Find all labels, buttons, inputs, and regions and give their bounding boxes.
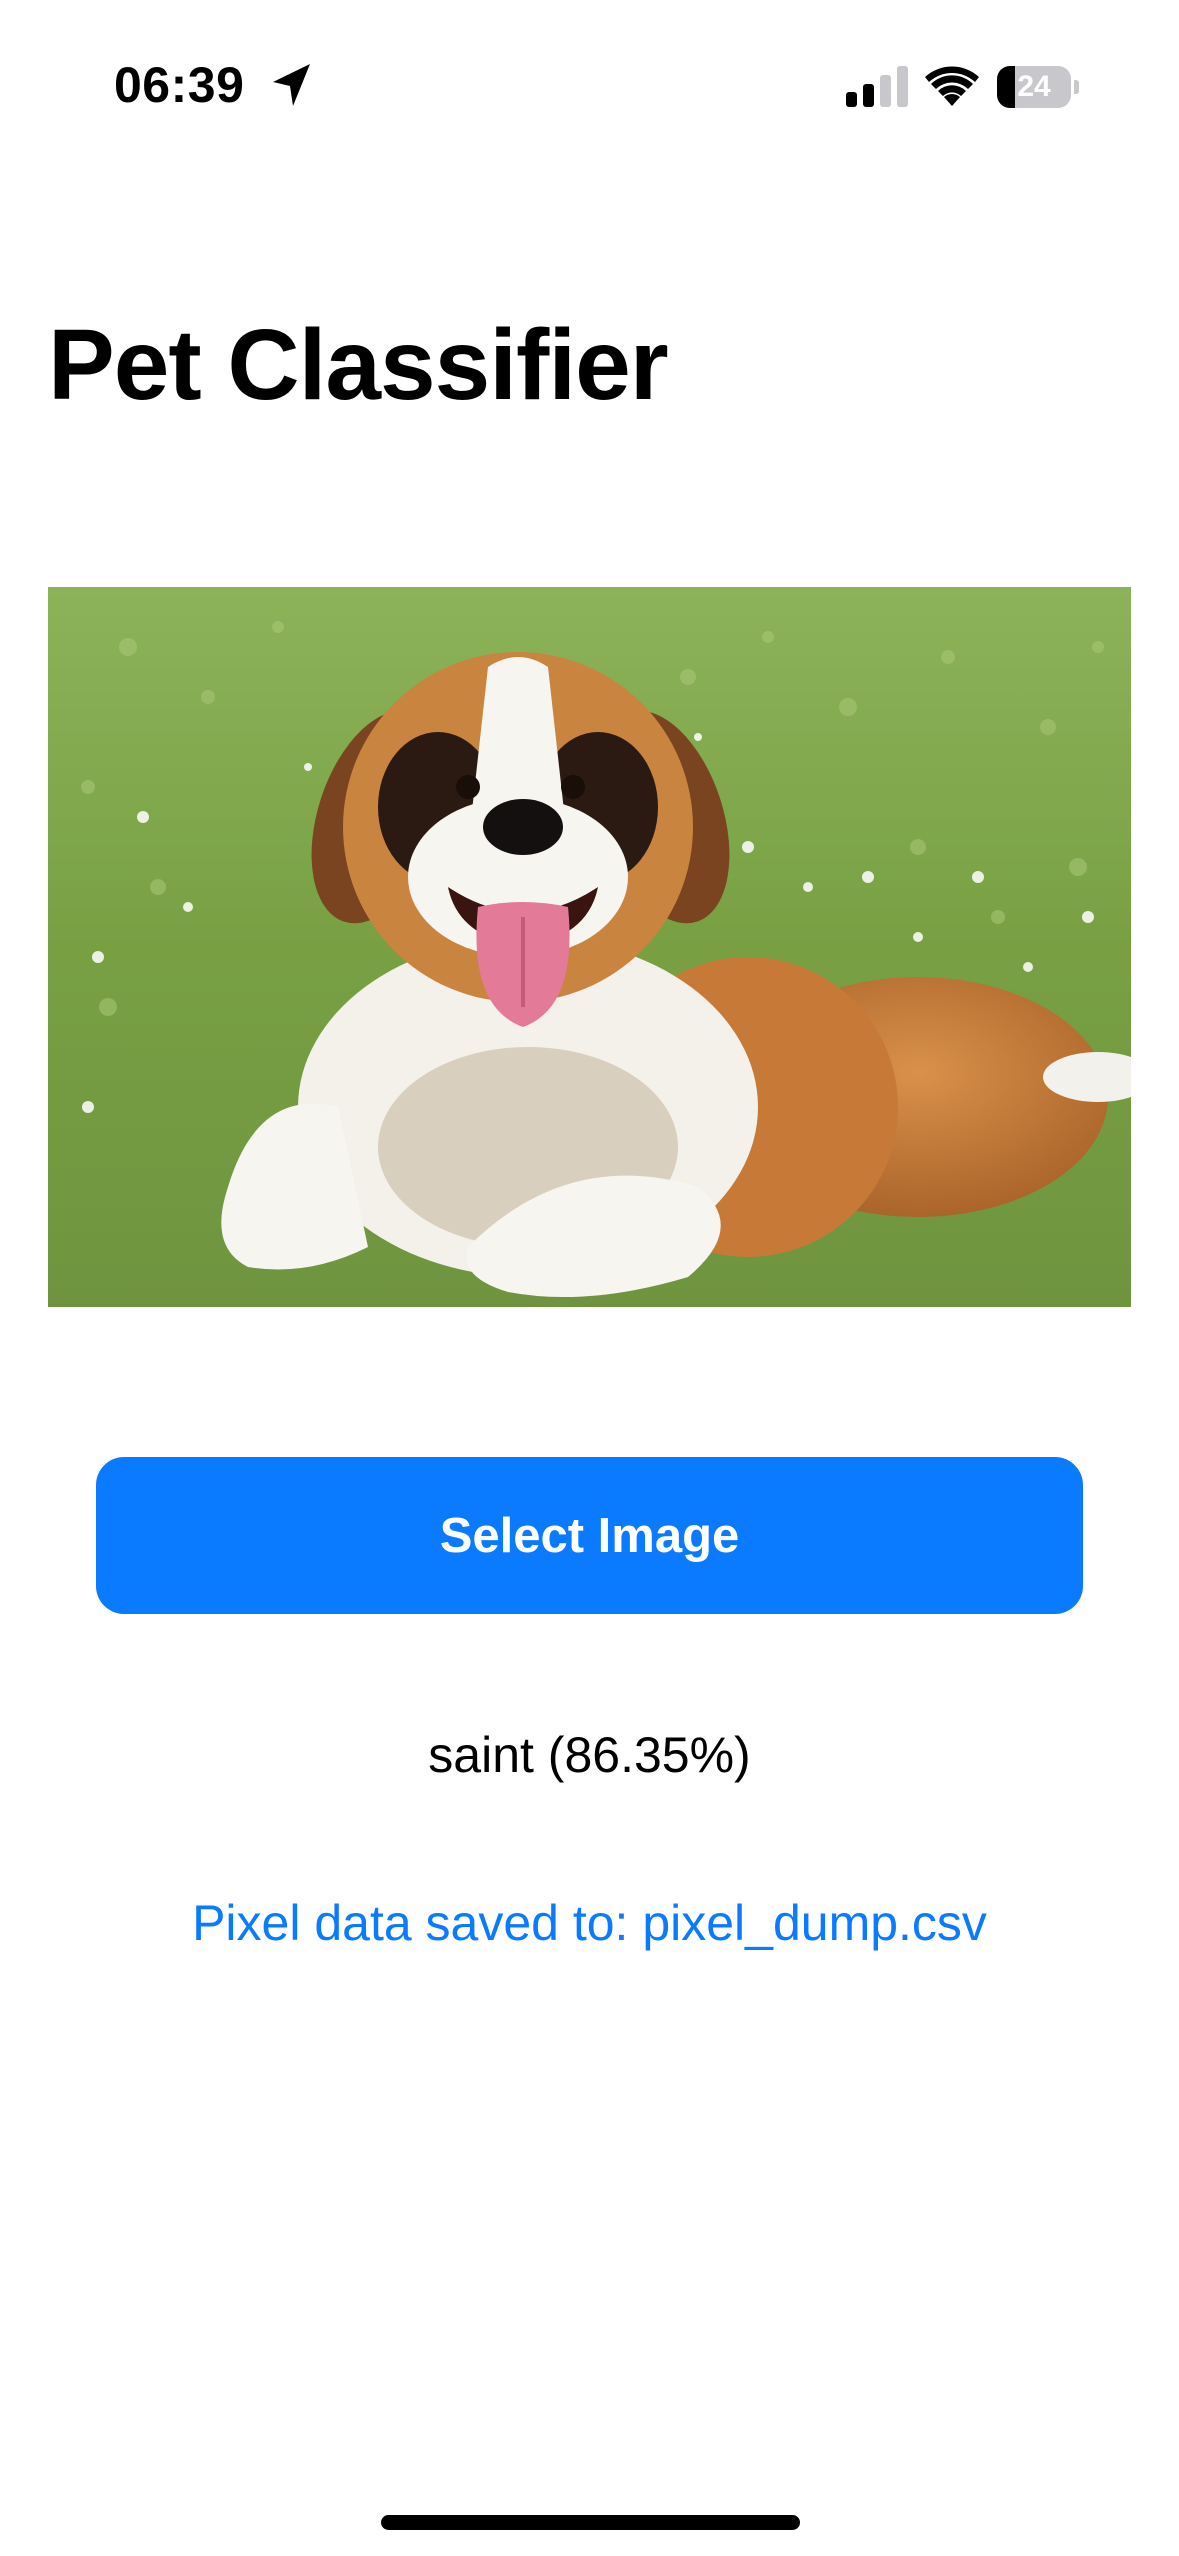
home-indicator[interactable] — [381, 2515, 800, 2530]
prediction-result: saint (86.35%) — [428, 1727, 751, 1783]
battery-body: 24 — [997, 66, 1071, 108]
battery-cap — [1074, 80, 1079, 94]
cellular-signal-icon — [846, 66, 908, 107]
battery-icon: 24 — [997, 66, 1079, 108]
dog-photo-illustration — [48, 587, 1131, 1307]
location-arrow-icon — [273, 64, 310, 106]
status-time: 06:39 — [114, 57, 245, 113]
status-bar: 06:39 24 — [0, 0, 1179, 150]
select-image-button[interactable]: Select Image — [96, 1457, 1083, 1614]
wifi-icon — [925, 66, 979, 106]
pixel-data-saved-message[interactable]: Pixel data saved to: pixel_dump.csv — [0, 1888, 1179, 1958]
page-title: Pet Classifier — [48, 309, 669, 421]
selected-photo — [48, 587, 1131, 1307]
battery-level: 24 — [1017, 70, 1051, 103]
